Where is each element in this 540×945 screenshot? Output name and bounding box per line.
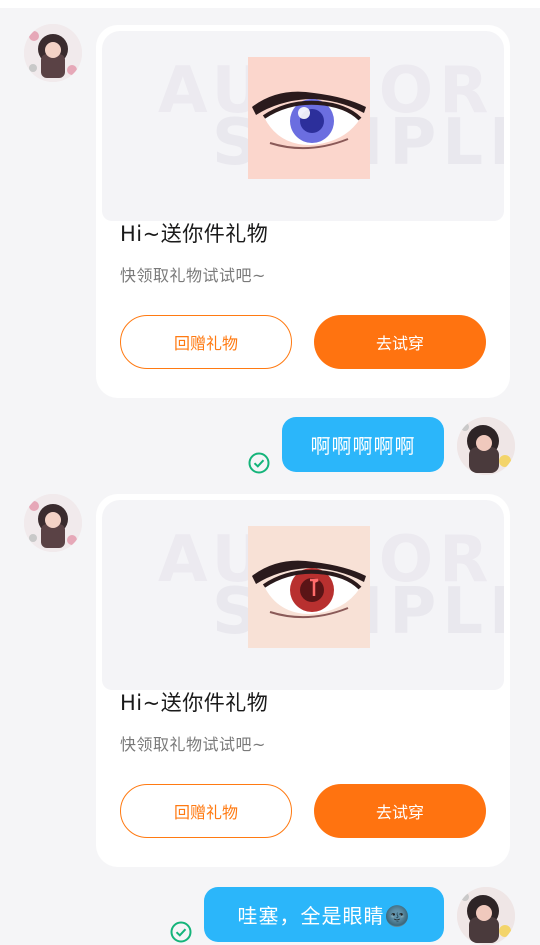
try-on-button[interactable]: 去试穿 (314, 784, 486, 838)
try-on-button[interactable]: 去试穿 (314, 315, 486, 369)
outgoing-message-bubble[interactable]: 哇塞，全是眼睛🌚 (204, 887, 444, 942)
eye-image (248, 57, 370, 179)
gift-card-subtitle: 快领取礼物试试吧~ (120, 266, 266, 285)
return-gift-button[interactable]: 回赠礼物 (120, 315, 292, 369)
my-avatar[interactable] (457, 887, 515, 945)
my-avatar[interactable] (457, 417, 515, 475)
gift-card-title: Hi~送你件礼物 (120, 222, 269, 246)
gift-card-subtitle: 快领取礼物试试吧~ (120, 735, 266, 754)
gift-banner: AUTHOR SAMPLE (102, 500, 504, 690)
sender-avatar[interactable] (24, 494, 82, 552)
eye-image (248, 526, 370, 648)
gift-banner: AUTHOR SAMPLE (102, 31, 504, 221)
gift-card-title: Hi~送你件礼物 (120, 691, 269, 715)
sent-check-icon (170, 921, 192, 943)
status-bar-area (0, 0, 540, 8)
outgoing-message-bubble[interactable]: 啊啊啊啊啊 (282, 417, 444, 472)
sent-check-icon (248, 452, 270, 474)
gift-card[interactable]: AUTHOR SAMPLE Hi~送你件礼物 快领取礼物试试吧~ 回赠礼物 去试… (96, 494, 510, 867)
sender-avatar[interactable] (24, 24, 82, 82)
return-gift-button[interactable]: 回赠礼物 (120, 784, 292, 838)
gift-card[interactable]: AUTHOR SAMPLE Hi~送你件礼物 快领取礼物试试吧~ 回赠礼物 去试… (96, 25, 510, 398)
